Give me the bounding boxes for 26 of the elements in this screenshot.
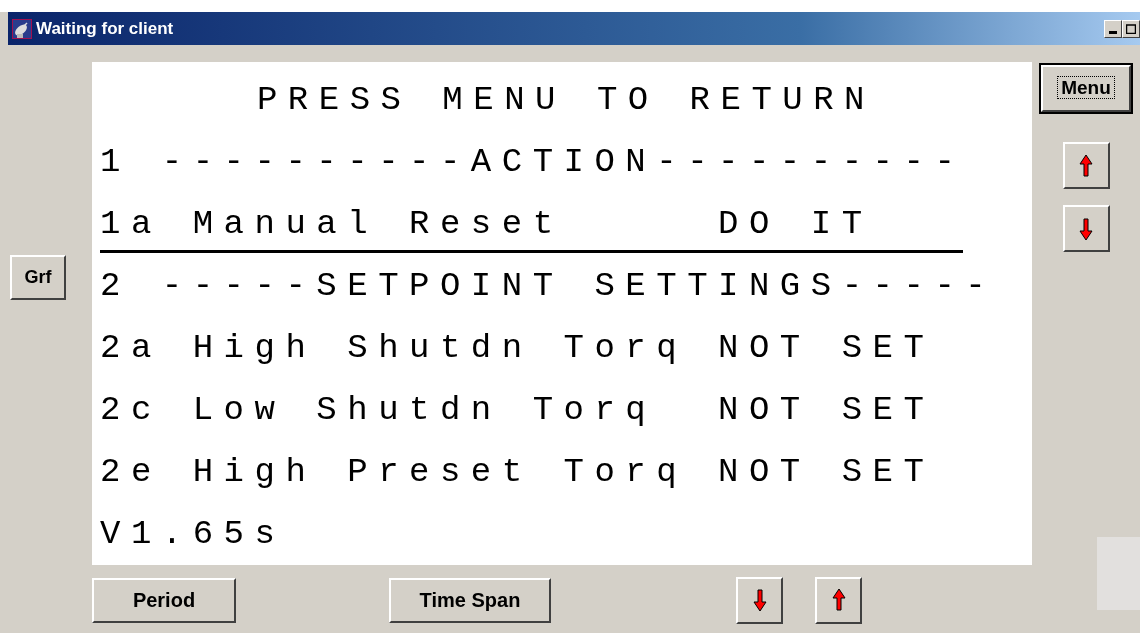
maximize-button[interactable]: [1122, 19, 1140, 38]
menu-line[interactable]: 2 -----SETPOINT SETTINGS-----: [100, 258, 997, 320]
scroll-down-button[interactable]: [1062, 205, 1110, 252]
minimize-icon: [1109, 30, 1117, 34]
minimize-button[interactable]: [1104, 19, 1122, 38]
scroll-up-button[interactable]: [1062, 142, 1110, 189]
window-title: Waiting for client: [36, 17, 174, 40]
menu-line[interactable]: 2a High Shutdn Torq NOT SET: [100, 320, 935, 382]
menu-line[interactable]: 2c Low Shutdn Torq NOT SET: [100, 382, 935, 444]
period-button[interactable]: Period: [92, 577, 236, 623]
screen-heading: PRESS MENU TO RETURN: [256, 80, 876, 121]
graph-button[interactable]: Grf: [10, 255, 66, 300]
arrow-down-icon: [1078, 216, 1094, 241]
maximize-icon: [1126, 23, 1136, 34]
menu-line[interactable]: 1a Manual Reset DO IT: [100, 196, 963, 253]
time-span-button[interactable]: Time Span: [389, 577, 551, 623]
step-up-button[interactable]: [815, 576, 862, 624]
satellite-dish-icon: [12, 18, 32, 39]
menu-button[interactable]: Menu: [1041, 65, 1131, 112]
arrow-up-icon: [830, 588, 847, 612]
menu-line[interactable]: 1 ----------ACTION----------: [100, 134, 966, 196]
menu-line[interactable]: 2e High Preset Torq NOT SET: [100, 444, 935, 506]
arrow-up-icon: [1078, 153, 1094, 178]
arrow-down-icon: [751, 588, 768, 612]
menu-line[interactable]: V1.65s: [100, 506, 286, 568]
step-down-button[interactable]: [736, 576, 783, 624]
